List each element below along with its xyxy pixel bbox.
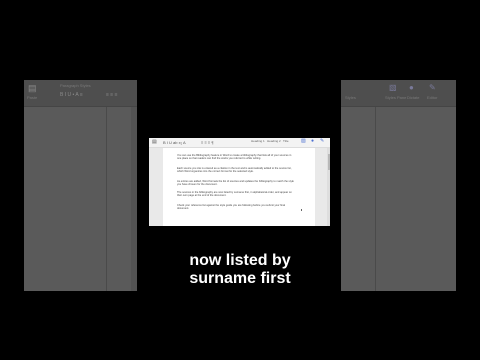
left-format-buttons[interactable]: B I U • A ≡ (60, 92, 83, 98)
caption-line-1: now listed by (189, 252, 291, 269)
left-doc-name: Paragraph Styles (60, 83, 91, 88)
styles-pane-label: Styles Pane (385, 95, 407, 100)
style-heading-2[interactable]: Heading 2 (267, 139, 281, 143)
left-align-buttons[interactable]: ≡ ≡ ≡ (106, 92, 118, 98)
paragraph-2: Each source you cite is entered as a cit… (177, 167, 292, 174)
editor-icon[interactable]: ✎ (320, 139, 324, 144)
right-ribbon: ▧ Styles Pane ● Dictate ✎ Editor Styles (341, 80, 456, 107)
text-cursor (301, 209, 302, 211)
editor-icon[interactable]: ✎ (429, 83, 436, 92)
scrollbar-thumb[interactable] (327, 154, 330, 170)
dictate-label: Dictate (407, 95, 420, 100)
styles-label: Styles (345, 95, 356, 100)
paste-label: Paste (27, 95, 38, 100)
paragraph-5: Check your reference list against the st… (177, 204, 285, 211)
editor-label: Editor (427, 95, 438, 100)
paragraph-3: As entries are added, Word formats the l… (177, 180, 294, 187)
ribbon: ▤ B I U ab x₂ A ≡ ≡ ≡ ¶ Heading 1 Headin… (149, 138, 330, 148)
word-window: ▤ B I U ab x₂ A ≡ ≡ ≡ ¶ Heading 1 Headin… (149, 138, 330, 226)
paragraph-1: You can use the Bibliography feature in … (177, 154, 292, 161)
paragraph-buttons[interactable]: ≡ ≡ ≡ ¶ (201, 140, 213, 145)
dictate-icon[interactable]: ● (311, 139, 314, 144)
paste-icon[interactable]: ▤ (28, 83, 37, 94)
left-ribbon: ▤ Paste Paragraph Styles B I U • A ≡ ≡ ≡… (24, 80, 137, 107)
dictate-icon[interactable]: ● (409, 83, 414, 92)
styles-pane-icon[interactable]: ▧ (389, 83, 397, 92)
style-heading-1[interactable]: Heading 1 (251, 139, 265, 143)
caption-line-2: surname first (189, 270, 291, 287)
styles-pane-icon[interactable]: ▧ (301, 139, 306, 144)
paste-icon[interactable]: ▤ (152, 140, 157, 145)
paragraph-4: The sources in the bibliography are now … (177, 191, 292, 198)
style-title[interactable]: Title (283, 139, 289, 143)
format-buttons[interactable]: B I U ab x₂ A (163, 140, 186, 145)
vertical-scrollbar[interactable] (327, 148, 330, 226)
